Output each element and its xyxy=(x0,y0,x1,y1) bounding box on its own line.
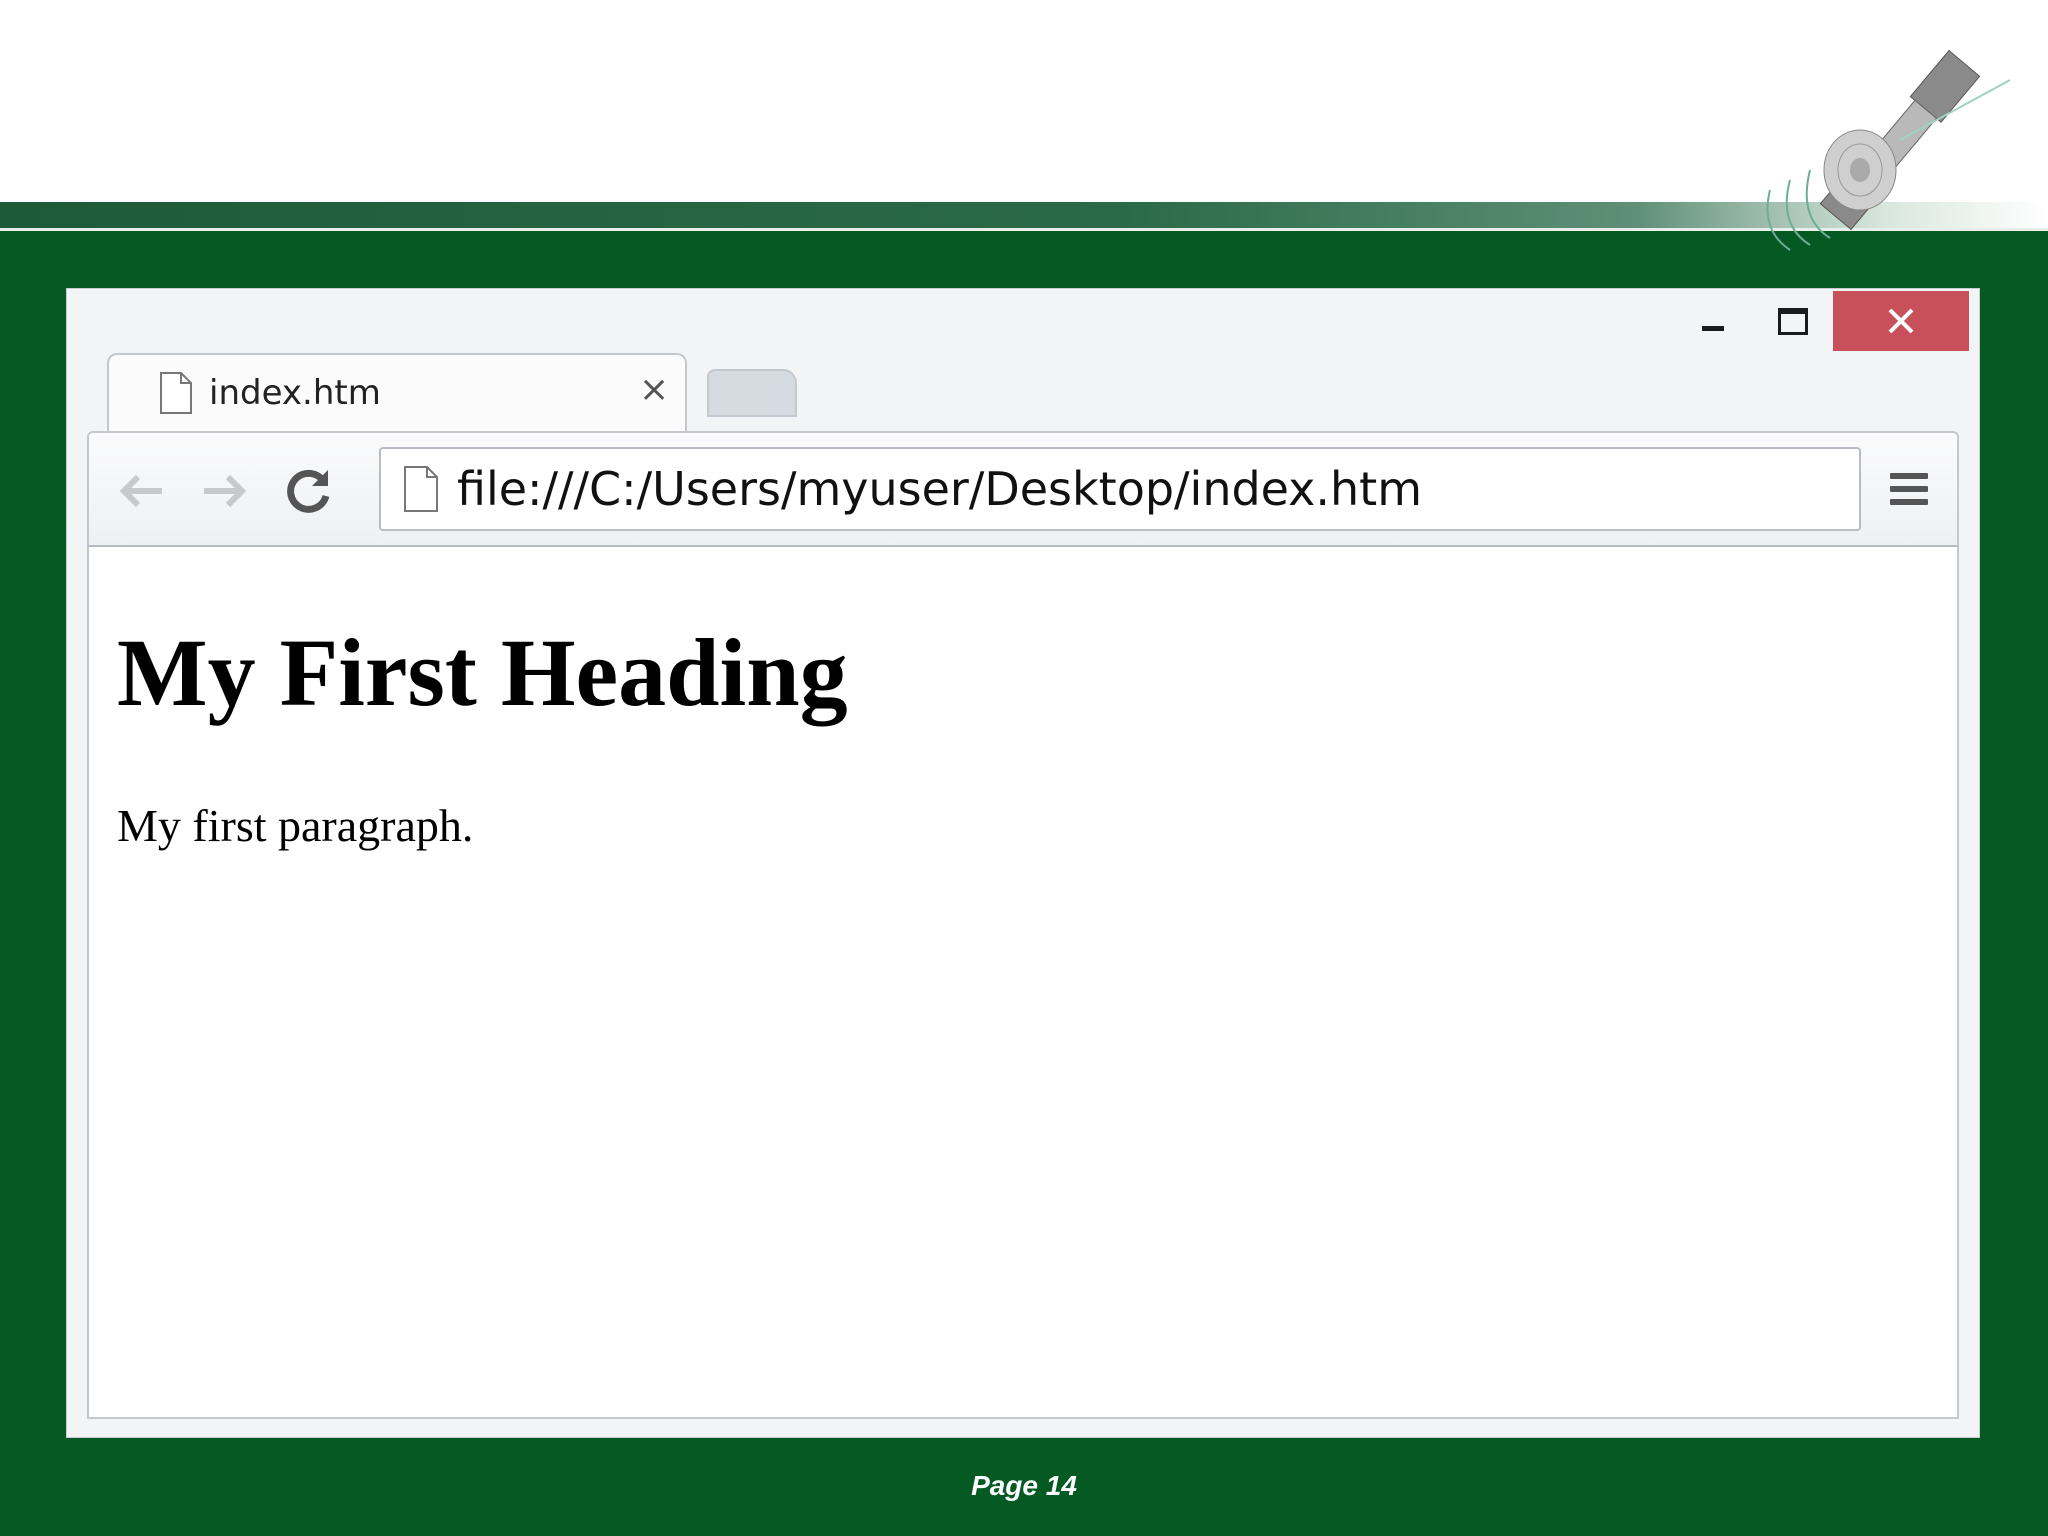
close-window-button[interactable] xyxy=(1833,291,1969,351)
document-icon xyxy=(160,372,192,414)
tab-title: index.htm xyxy=(209,373,381,413)
window-controls xyxy=(1673,291,1969,351)
reload-icon xyxy=(287,469,330,513)
reload-button[interactable] xyxy=(279,461,339,521)
maximize-icon xyxy=(1778,307,1808,335)
maximize-button[interactable] xyxy=(1753,291,1833,351)
forward-button[interactable] xyxy=(195,461,255,521)
menu-icon xyxy=(1890,486,1928,492)
page-viewport: My First Heading My first paragraph. xyxy=(87,547,1959,1419)
back-arrow-icon xyxy=(119,474,162,508)
page-heading: My First Heading xyxy=(117,619,848,726)
tab-close-button[interactable]: × xyxy=(639,369,669,410)
close-icon xyxy=(1888,308,1914,334)
slide-header xyxy=(0,0,2048,202)
menu-icon xyxy=(1890,473,1928,479)
address-bar[interactable] xyxy=(379,447,1861,531)
browser-window: index.htm × file:///C:/Users/myuser/Desk… xyxy=(66,288,1980,1438)
forward-arrow-icon xyxy=(204,474,247,508)
document-icon xyxy=(404,466,438,512)
header-bar xyxy=(0,202,2048,228)
menu-icon xyxy=(1890,499,1928,505)
page-paragraph: My first paragraph. xyxy=(117,800,474,851)
back-button[interactable] xyxy=(111,461,171,521)
satellite-icon xyxy=(1766,49,2011,251)
minimize-button[interactable] xyxy=(1673,291,1753,351)
menu-button[interactable] xyxy=(1879,459,1939,519)
toolbar xyxy=(87,431,1959,547)
minimize-icon xyxy=(1702,325,1724,331)
address-input[interactable] xyxy=(457,459,1837,519)
new-tab-button[interactable] xyxy=(707,369,797,417)
page-number: Page 14 xyxy=(971,1470,1077,1501)
tab-index[interactable]: index.htm × xyxy=(107,353,687,433)
